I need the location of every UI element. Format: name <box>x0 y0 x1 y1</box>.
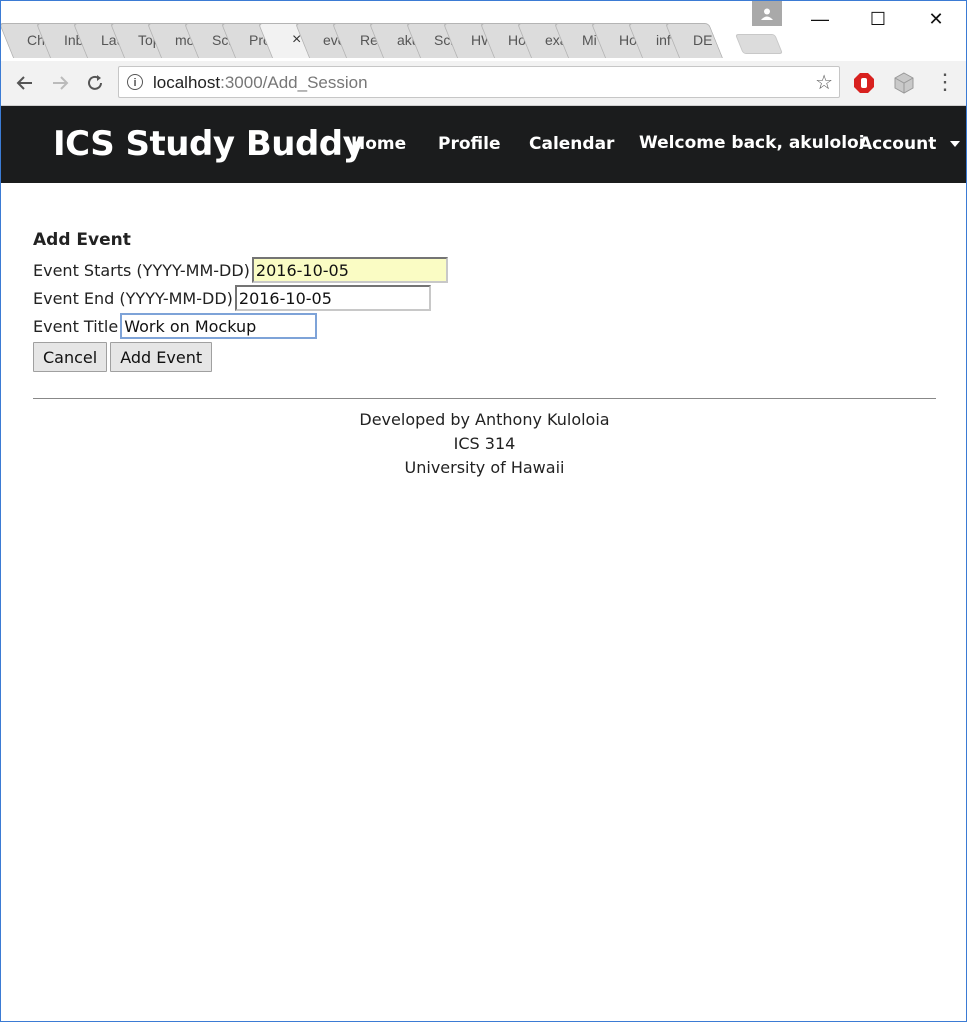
browser-toolbar: i localhost:3000/Add_Session ☆ ⋮ <box>1 61 966 106</box>
adblock-extension-icon[interactable] <box>852 71 876 95</box>
caret-down-icon <box>950 141 961 147</box>
forward-arrow-icon[interactable] <box>46 69 74 97</box>
tab-strip: Ch Inb Lau Top mo Sch Pro × eve Re aku Sch HW Ho exa Mi… <box>1 1 966 61</box>
add-event-button[interactable]: Add Event <box>110 342 213 372</box>
start-date-input[interactable] <box>251 257 448 283</box>
nav-account-dropdown[interactable]: Account <box>859 134 961 154</box>
title-row: Event Title <box>33 312 936 340</box>
event-title-input[interactable] <box>120 313 318 339</box>
end-label: Event End (YYYY-MM-DD) <box>33 288 233 308</box>
cancel-button[interactable]: Cancel <box>33 342 108 372</box>
app-navbar: ICS Study Buddy Home Profile Calendar We… <box>1 106 966 183</box>
cube-extension-icon[interactable] <box>892 71 916 95</box>
start-label: Event Starts (YYYY-MM-DD) <box>33 260 250 280</box>
footer-developer: Developed by Anthony Kuloloia <box>359 410 610 429</box>
nav-profile[interactable]: Profile <box>438 134 500 154</box>
address-bar[interactable]: i localhost:3000/Add_Session ☆ <box>118 66 840 98</box>
profile-icon[interactable] <box>752 1 782 26</box>
back-arrow-icon[interactable] <box>11 69 39 97</box>
nav-home[interactable]: Home <box>351 134 406 154</box>
end-date-input[interactable] <box>234 285 431 311</box>
footer-university: University of Hawaii <box>404 458 565 477</box>
welcome-text: Welcome back, akuloloi <box>639 133 865 153</box>
end-row: Event End (YYYY-MM-DD) <box>33 284 936 312</box>
page-footer: Developed by Anthony Kuloloia ICS 314 Un… <box>33 408 936 480</box>
brand-title[interactable]: ICS Study Buddy <box>53 124 365 164</box>
info-icon[interactable]: i <box>127 74 143 90</box>
start-row: Event Starts (YYYY-MM-DD) <box>33 256 936 284</box>
button-row: Cancel Add Event <box>33 342 936 372</box>
nav-calendar[interactable]: Calendar <box>529 134 614 154</box>
tab-label: DE <box>693 32 713 48</box>
new-tab-button[interactable] <box>734 34 784 54</box>
title-label: Event Title <box>33 316 119 336</box>
url-text: localhost:3000/Add_Session <box>153 73 368 92</box>
form-heading: Add Event <box>33 230 131 250</box>
minimize-button[interactable]: — <box>797 5 843 33</box>
close-window-button[interactable]: ✕ <box>913 5 959 33</box>
browser-tab[interactable]: DE <box>664 23 723 58</box>
browser-window: Ch Inb Lau Top mo Sch Pro × eve Re aku Sch HW Ho exa Mi… <box>0 0 967 1022</box>
reload-icon[interactable] <box>81 69 109 97</box>
footer-course: ICS 314 <box>453 434 516 453</box>
add-event-form: Add Event Event Starts (YYYY-MM-DD) Even… <box>33 230 936 372</box>
menu-kebab-icon[interactable]: ⋮ <box>933 71 957 95</box>
nav-account-label: Account <box>859 134 937 154</box>
maximize-button[interactable]: ☐ <box>855 5 901 33</box>
bookmark-star-icon[interactable]: ☆ <box>815 70 833 95</box>
footer-divider <box>33 398 936 399</box>
